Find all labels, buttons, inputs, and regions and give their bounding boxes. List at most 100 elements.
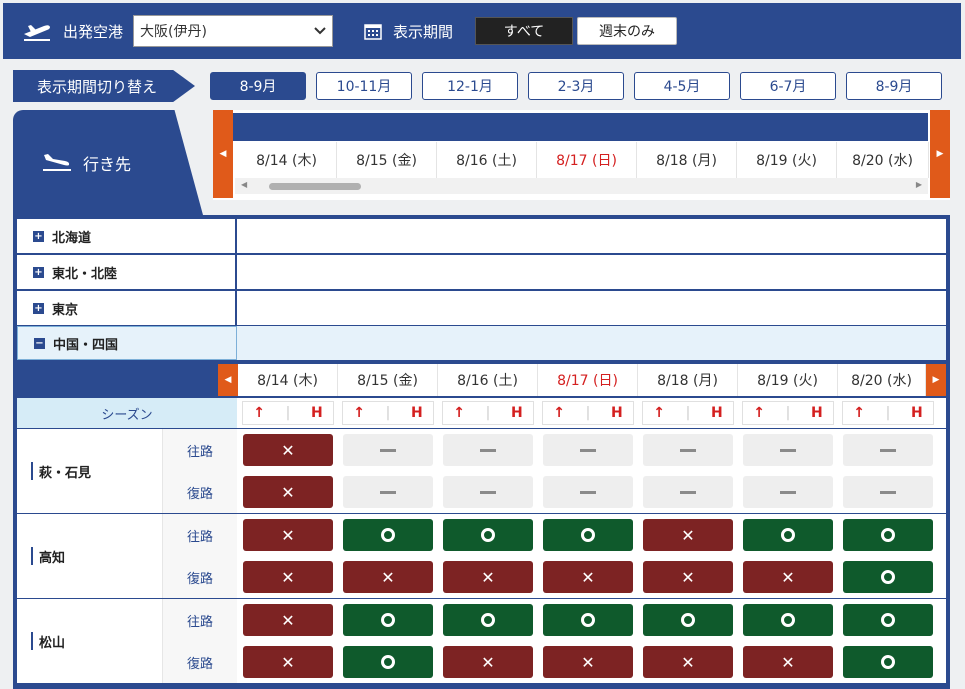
high-season-mark: H bbox=[910, 405, 923, 421]
availability-cell[interactable] bbox=[643, 604, 733, 636]
region-row-tohoku-hokuriku[interactable]: + 東北・北陸 bbox=[17, 255, 946, 289]
availability-cell[interactable]: ✕ bbox=[343, 561, 433, 593]
origin-airport-select[interactable]: 大阪(伊丹) bbox=[133, 15, 334, 47]
full-x-icon: ✕ bbox=[481, 567, 495, 587]
scrollbar-thumb[interactable] bbox=[269, 183, 361, 190]
page: 出発空港 大阪(伊丹) 表示期間 すべて 週末のみ 表示期間切り替え 8-9月 … bbox=[0, 0, 965, 689]
availability-cell bbox=[543, 476, 633, 508]
period-weekend-button[interactable]: 週末のみ bbox=[577, 17, 678, 45]
scroll-left-arrow-icon[interactable]: ◀ bbox=[213, 110, 233, 198]
availability-cell[interactable] bbox=[843, 604, 933, 636]
no-service-dash-icon bbox=[580, 490, 596, 494]
availability-cell[interactable]: ✕ bbox=[243, 476, 333, 508]
period-tab-1[interactable]: 10-11月 bbox=[316, 72, 412, 100]
region-name[interactable]: + 北海道 bbox=[17, 219, 237, 253]
region-name[interactable]: + 東北・北陸 bbox=[17, 255, 237, 289]
no-service-dash-icon bbox=[880, 490, 896, 494]
availability-cell[interactable] bbox=[343, 646, 433, 678]
period-tab-0[interactable]: 8-9月 bbox=[210, 72, 306, 100]
collapse-minus-icon: − bbox=[34, 337, 45, 349]
full-x-icon: ✕ bbox=[281, 525, 295, 545]
availability-cell[interactable]: ✕ bbox=[243, 604, 333, 636]
availability-cell[interactable] bbox=[443, 519, 533, 551]
sub-date-header: ◀ ▶ 8/14 (木) 8/15 (金) 8/16 (土) 8/17 (日) … bbox=[17, 362, 946, 398]
availability-cell[interactable]: ✕ bbox=[743, 646, 833, 678]
availability-cell[interactable]: ✕ bbox=[543, 561, 633, 593]
scroll-right-arrow-icon[interactable]: ▶ bbox=[930, 110, 950, 198]
availability-cell[interactable]: ✕ bbox=[443, 646, 533, 678]
period-tab-4[interactable]: 4-5月 bbox=[634, 72, 730, 100]
sub-date-2: 8/16 (土) bbox=[438, 364, 538, 396]
period-tab-5[interactable]: 6-7月 bbox=[740, 72, 836, 100]
sub-date-6: 8/20 (水) bbox=[838, 364, 926, 396]
availability-cell[interactable]: ✕ bbox=[243, 434, 333, 466]
sub-scroll-left-arrow-icon[interactable]: ◀ bbox=[218, 364, 238, 396]
airplane-takeoff-icon bbox=[21, 19, 53, 43]
no-service-dash-icon bbox=[680, 448, 696, 452]
availability-cell[interactable]: ✕ bbox=[643, 561, 733, 593]
season-divider: | bbox=[685, 405, 691, 421]
region-row-hokkaido[interactable]: + 北海道 bbox=[17, 219, 946, 253]
availability-cell[interactable]: ✕ bbox=[243, 561, 333, 593]
region-label: 中国・四国 bbox=[53, 337, 119, 353]
destination-header: 行き先 bbox=[13, 110, 203, 215]
region-row-tokyo[interactable]: + 東京 bbox=[17, 291, 946, 325]
availability-cell[interactable] bbox=[843, 646, 933, 678]
availability-cell[interactable] bbox=[343, 519, 433, 551]
region-row-chugoku-shikoku[interactable]: − 中国・四国 bbox=[17, 326, 946, 360]
header-date-2: 8/16 (土) bbox=[437, 142, 537, 178]
up-arrow-icon: ↑ bbox=[553, 405, 566, 421]
available-circle-icon bbox=[581, 613, 595, 627]
availability-cell[interactable]: ✕ bbox=[543, 646, 633, 678]
scrollbar-left-icon[interactable]: ◀ bbox=[241, 180, 247, 189]
high-season-mark: H bbox=[510, 405, 523, 421]
availability-cell[interactable] bbox=[343, 604, 433, 636]
availability-cell[interactable]: ✕ bbox=[243, 646, 333, 678]
city-block-0: 萩・石見 往路 ✕ 復路 ✕ bbox=[17, 429, 946, 513]
season-divider: | bbox=[785, 405, 791, 421]
expand-plus-icon: + bbox=[33, 302, 44, 314]
city-label: 萩・石見 bbox=[39, 465, 92, 481]
no-service-dash-icon bbox=[780, 490, 796, 494]
availability-cell[interactable]: ✕ bbox=[443, 561, 533, 593]
sub-date-1: 8/15 (金) bbox=[338, 364, 438, 396]
no-service-dash-icon bbox=[880, 448, 896, 452]
region-name[interactable]: − 中国・四国 bbox=[17, 326, 237, 360]
high-season-mark: H bbox=[410, 405, 423, 421]
direction-return: 復路 bbox=[162, 471, 237, 513]
up-arrow-icon: ↑ bbox=[353, 405, 366, 421]
availability-cell[interactable] bbox=[843, 519, 933, 551]
scrollbar-right-icon[interactable]: ▶ bbox=[916, 180, 922, 189]
availability-cell bbox=[543, 434, 633, 466]
availability-cell[interactable]: ✕ bbox=[643, 646, 733, 678]
full-x-icon: ✕ bbox=[681, 567, 695, 587]
availability-cell[interactable] bbox=[743, 604, 833, 636]
region-name[interactable]: + 東京 bbox=[17, 291, 237, 325]
period-all-button[interactable]: すべて bbox=[475, 17, 574, 45]
high-season-mark: H bbox=[310, 405, 323, 421]
city-name: 高知 bbox=[17, 514, 162, 598]
full-x-icon: ✕ bbox=[281, 440, 295, 460]
availability-cell[interactable]: ✕ bbox=[643, 519, 733, 551]
season-divider: | bbox=[285, 405, 291, 421]
period-tab-2[interactable]: 12-1月 bbox=[422, 72, 518, 100]
header-date-5: 8/19 (火) bbox=[737, 142, 837, 178]
availability-cell[interactable] bbox=[843, 561, 933, 593]
availability-cell[interactable] bbox=[543, 519, 633, 551]
period-tab-6[interactable]: 8-9月 bbox=[846, 72, 942, 100]
season-divider: | bbox=[885, 405, 891, 421]
no-service-dash-icon bbox=[780, 448, 796, 452]
availability-cell[interactable]: ✕ bbox=[243, 519, 333, 551]
availability-cell[interactable]: ✕ bbox=[743, 561, 833, 593]
period-switch-label: 表示期間切り替え bbox=[13, 70, 195, 102]
availability-cell[interactable] bbox=[543, 604, 633, 636]
availability-cell[interactable] bbox=[443, 604, 533, 636]
horizontal-scrollbar[interactable]: ◀ ▶ bbox=[235, 178, 928, 194]
availability-cell bbox=[443, 476, 533, 508]
period-tab-3[interactable]: 2-3月 bbox=[528, 72, 624, 100]
city-block-1: 高知 往路 ✕ ✕ 復路 ✕ ✕ ✕ ✕ ✕ ✕ bbox=[17, 514, 946, 598]
season-divider: | bbox=[485, 405, 491, 421]
availability-cell[interactable] bbox=[743, 519, 833, 551]
sub-scroll-right-arrow-icon[interactable]: ▶ bbox=[926, 364, 946, 396]
season-cell-4: ↑ | H bbox=[642, 401, 734, 425]
